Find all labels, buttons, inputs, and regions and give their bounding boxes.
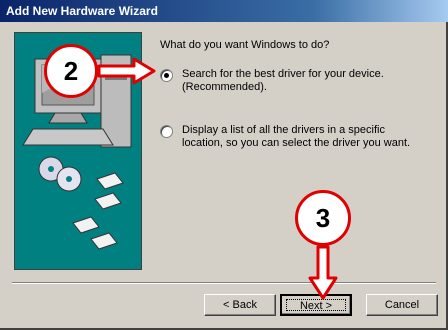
title-bar[interactable]: Add New Hardware Wizard [0,0,448,22]
option-display-line2: location, so you can select the driver y… [182,137,411,149]
radio-display-list[interactable] [160,125,173,138]
cancel-button[interactable]: Cancel [366,294,438,316]
option-display-line1: Display a list of all the drivers in a s… [182,124,385,136]
arrow-down-icon [308,245,338,300]
next-button-label: Next > [299,300,333,312]
wizard-question: What do you want Windows to do? [160,39,330,51]
window-title: Add New Hardware Wizard [6,4,158,18]
back-button[interactable]: < Back [204,294,276,316]
option-search-line2: (Recommended). [182,81,267,93]
option-display-label: Display a list of all the drivers in a s… [182,124,410,150]
arrow-right-icon [97,57,156,85]
callout-step-3: 3 [295,190,351,246]
option-display-list[interactable]: Display a list of all the drivers in a s… [160,124,410,150]
option-search-line1: Search for the best driver for your devi… [182,68,384,80]
radio-search-best-driver[interactable] [160,69,173,82]
separator [12,282,436,284]
option-search-best-driver[interactable]: Search for the best driver for your devi… [160,68,384,94]
callout-step-2: 2 [44,44,98,98]
option-search-label: Search for the best driver for your devi… [182,68,384,94]
